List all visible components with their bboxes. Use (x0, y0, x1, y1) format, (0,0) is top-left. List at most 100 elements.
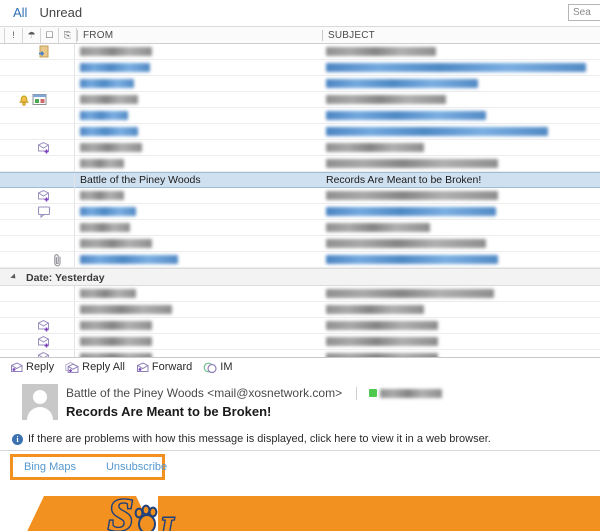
redacted-text (326, 159, 498, 168)
table-row[interactable] (0, 60, 600, 76)
table-row[interactable] (0, 44, 600, 60)
cell-subject (326, 78, 478, 89)
avatar[interactable] (22, 384, 58, 420)
attachment-icon[interactable]: ⎘ (59, 28, 77, 43)
table-row[interactable] (0, 188, 600, 204)
row-icon-gutter (0, 92, 75, 107)
reply-all-icon (65, 362, 79, 374)
cell-subject (326, 238, 486, 249)
redacted-text (80, 127, 138, 136)
unsubscribe-link[interactable]: Unsubscribe (106, 461, 167, 473)
filter-tabs: All Unread (13, 5, 82, 21)
redacted-text (326, 191, 498, 200)
envelope-reply-icon (37, 189, 51, 202)
message-body: Bing Maps Unsubscribe S S J J (0, 450, 600, 531)
cell-from (80, 94, 138, 105)
bell-calendar-icon (18, 93, 32, 106)
im-label: IM (220, 361, 232, 374)
cell-subject (326, 304, 424, 315)
collapse-triangle-icon[interactable] (10, 273, 17, 280)
sender-line: Battle of the Piney Woods <mail@xosnetwo… (66, 386, 442, 400)
search-input[interactable]: Sea (568, 4, 600, 21)
redacted-text (80, 95, 138, 104)
table-row[interactable] (0, 334, 600, 350)
column-header-subject[interactable]: SUBJECT (322, 30, 375, 41)
table-row[interactable] (0, 318, 600, 334)
table-row[interactable] (0, 76, 600, 92)
table-row[interactable] (0, 92, 600, 108)
table-row-selected[interactable]: Battle of the Piney WoodsRecords Are Mea… (0, 172, 600, 188)
redacted-text (80, 47, 152, 56)
document-icon[interactable]: ☐ (41, 28, 59, 43)
sender-address[interactable]: Battle of the Piney Woods <mail@xosnetwo… (66, 386, 342, 400)
reply-icon (10, 362, 23, 374)
row-icon-gutter (0, 334, 75, 349)
paperclip-icon (53, 253, 67, 266)
redacted-text (80, 305, 172, 314)
reply-all-label: Reply All (82, 361, 125, 374)
redacted-text (80, 63, 150, 72)
cell-from (80, 190, 124, 201)
reply-all-button[interactable]: Reply All (65, 361, 125, 374)
banner-notch-left (22, 496, 44, 531)
row-icon-gutter (0, 318, 75, 333)
redacted-text (80, 79, 134, 88)
info-bar[interactable]: i If there are problems with how this me… (0, 430, 600, 448)
message-list-column-header: ! ☂ ☐ ⎘ FROM SUBJECT (0, 27, 600, 44)
bing-maps-link[interactable]: Bing Maps (24, 461, 76, 473)
redacted-text (326, 95, 446, 104)
table-row[interactable] (0, 252, 600, 268)
presence-available-icon (369, 389, 377, 397)
column-header-from[interactable]: FROM (77, 30, 113, 41)
table-row[interactable] (0, 350, 600, 357)
row-icon-gutter (0, 236, 75, 251)
redacted-text (326, 321, 438, 330)
cell-subject (326, 110, 486, 121)
table-row[interactable] (0, 124, 600, 140)
reminder-icon[interactable]: ☂ (23, 28, 41, 43)
table-row[interactable] (0, 156, 600, 172)
row-icon-gutter (0, 252, 75, 267)
cell-from (80, 78, 134, 89)
row-icon-gutter (0, 286, 75, 301)
table-row[interactable] (0, 286, 600, 302)
presence-indicator[interactable] (369, 389, 442, 398)
im-button[interactable]: IM (203, 361, 232, 374)
filter-tab-all[interactable]: All (13, 5, 27, 21)
cell-subject (326, 158, 498, 169)
table-row[interactable] (0, 108, 600, 124)
reply-button[interactable]: Reply (10, 361, 54, 374)
message-header: Battle of the Piney Woods <mail@xosnetwo… (0, 382, 600, 430)
message-subject: Records Are Meant to be Broken! (66, 404, 271, 419)
table-row[interactable] (0, 220, 600, 236)
row-icon-gutter (0, 140, 75, 155)
reading-pane-toolbar: Reply Reply All Forward (0, 358, 600, 383)
table-row[interactable] (0, 140, 600, 156)
redacted-text (326, 305, 424, 314)
row-icon-gutter (0, 220, 75, 235)
contact-name-redacted (380, 389, 442, 398)
redacted-text (80, 159, 124, 168)
redacted-text (80, 255, 178, 264)
table-row[interactable] (0, 236, 600, 252)
row-icon-gutter (0, 156, 75, 171)
cell-from (80, 126, 138, 137)
cell-from (80, 288, 136, 299)
table-row[interactable] (0, 204, 600, 220)
table-row[interactable] (0, 302, 600, 318)
redacted-text (326, 207, 496, 216)
redacted-text (326, 239, 486, 248)
cell-subject (326, 336, 438, 347)
message-list[interactable]: Battle of the Piney WoodsRecords Are Mea… (0, 44, 600, 357)
cell-subject (326, 206, 496, 217)
cell-from (80, 222, 130, 233)
forward-button[interactable]: Forward (136, 361, 192, 374)
redacted-text (80, 191, 124, 200)
redacted-text (80, 321, 152, 330)
importance-icon[interactable]: ! (4, 28, 23, 43)
envelope-reply-icon (37, 335, 51, 348)
group-header-yesterday[interactable]: Date: Yesterday (0, 268, 600, 286)
email-banner-graphic: S S J J (22, 496, 600, 531)
filter-tab-unread[interactable]: Unread (39, 5, 82, 21)
row-icon-gutter (0, 173, 75, 188)
